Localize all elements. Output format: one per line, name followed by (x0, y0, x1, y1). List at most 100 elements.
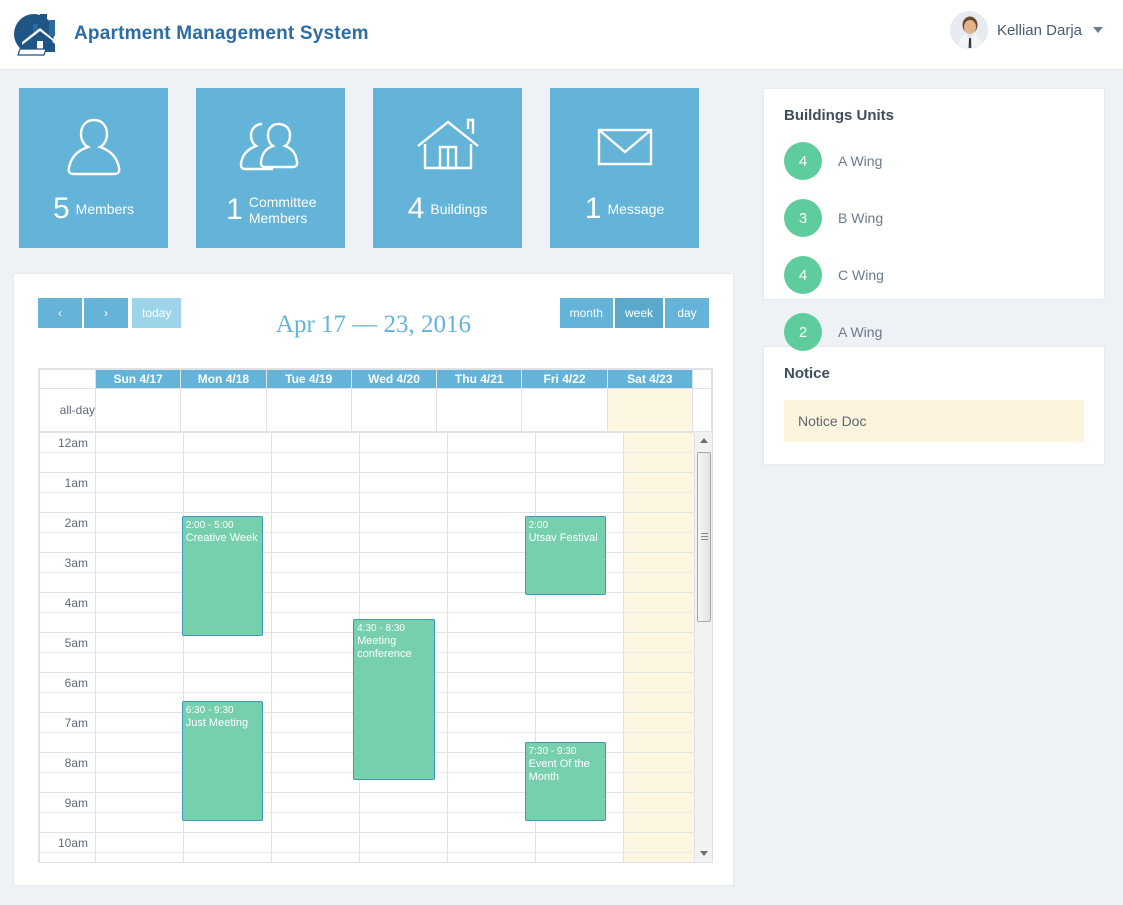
slot-cell[interactable] (95, 512, 184, 533)
slot-cell[interactable] (447, 652, 536, 673)
tab-week-view[interactable]: week (614, 298, 663, 328)
slot-cell[interactable] (95, 692, 184, 713)
slot-cell[interactable] (359, 572, 448, 593)
slot-cell[interactable] (535, 852, 624, 862)
stat-card-committee-members[interactable]: 1 Committee Members (196, 88, 345, 248)
brand[interactable]: Apartment Management System (10, 8, 369, 60)
slot-cell[interactable] (95, 812, 184, 833)
all-day-cell[interactable] (265, 388, 352, 432)
slot-cell[interactable] (447, 632, 536, 653)
slot-cell[interactable] (447, 772, 536, 793)
calendar-event[interactable]: 2:00 Utsav Festival (524, 516, 607, 595)
slot-cell[interactable] (359, 452, 448, 473)
day-header-fri[interactable]: Fri 4/22 (521, 369, 608, 389)
prev-week-button[interactable]: ‹ (38, 298, 82, 328)
slot-cell[interactable] (271, 732, 360, 753)
slot-cell[interactable] (271, 492, 360, 513)
slot-cell[interactable] (359, 432, 448, 453)
slot-cell[interactable] (271, 772, 360, 793)
calendar-event[interactable]: 2:00 - 5:00 Creative Week (181, 516, 264, 636)
slot-cell[interactable] (95, 452, 184, 473)
calendar-event[interactable]: 6:30 - 9:30 Just Meeting (181, 700, 264, 821)
list-item[interactable]: 4 A Wing (784, 142, 1084, 180)
slot-cell[interactable] (95, 552, 184, 573)
slot-cell[interactable] (271, 432, 360, 453)
slot-cell[interactable] (447, 552, 536, 573)
all-day-cell[interactable] (436, 388, 523, 432)
slot-cell[interactable] (95, 472, 184, 493)
slot-cell[interactable] (183, 472, 272, 493)
slot-cell[interactable] (359, 592, 448, 613)
day-header-mon[interactable]: Mon 4/18 (180, 369, 267, 389)
list-item[interactable]: 3 B Wing (784, 199, 1084, 237)
stat-card-message[interactable]: 1 Message (550, 88, 699, 248)
slot-cell[interactable] (447, 792, 536, 813)
slot-cell[interactable] (95, 592, 184, 613)
slot-cell[interactable] (95, 532, 184, 553)
slot-cell[interactable] (271, 712, 360, 733)
next-week-button[interactable]: › (84, 298, 128, 328)
today-button[interactable]: today (132, 298, 182, 328)
calendar-event[interactable]: 7:30 - 9:30 Event Of the Month (524, 741, 607, 821)
slot-cell[interactable] (535, 612, 624, 633)
all-day-cell[interactable] (180, 388, 267, 432)
slot-cell[interactable] (535, 492, 624, 513)
scroll-up-arrow-icon[interactable] (695, 432, 712, 449)
slot-cell[interactable] (271, 632, 360, 653)
all-day-cell[interactable] (94, 388, 182, 432)
stat-card-buildings[interactable]: 4 Buildings (373, 88, 522, 248)
slot-cell[interactable] (271, 612, 360, 633)
slot-cell[interactable] (535, 672, 624, 693)
slot-cell[interactable] (95, 612, 184, 633)
slot-cell[interactable] (271, 572, 360, 593)
slot-cell[interactable] (535, 692, 624, 713)
slot-cell[interactable] (271, 812, 360, 833)
slot-cell[interactable] (95, 712, 184, 733)
slot-cell[interactable] (359, 832, 448, 853)
slot-cell[interactable] (447, 572, 536, 593)
slot-cell[interactable] (359, 792, 448, 813)
slot-cell[interactable] (271, 792, 360, 813)
all-day-cell[interactable] (521, 388, 608, 432)
slot-cell[interactable] (447, 472, 536, 493)
slot-cell[interactable] (95, 632, 184, 653)
stat-card-members[interactable]: 5 Members (19, 88, 168, 248)
slot-cell[interactable] (183, 852, 272, 862)
slot-cell[interactable] (447, 492, 536, 513)
slot-cell[interactable] (271, 692, 360, 713)
slot-cell[interactable] (359, 472, 448, 493)
slot-cell[interactable] (447, 712, 536, 733)
slot-cell[interactable] (359, 812, 448, 833)
day-header-wed[interactable]: Wed 4/20 (350, 369, 438, 389)
slot-cell[interactable] (359, 852, 448, 862)
tab-month-view[interactable]: month (559, 298, 613, 328)
slot-cell[interactable] (95, 652, 184, 673)
slot-cell[interactable] (535, 632, 624, 653)
slot-cell[interactable] (535, 452, 624, 473)
slot-cell[interactable] (95, 732, 184, 753)
day-header-sat[interactable]: Sat 4/23 (606, 369, 694, 389)
slot-cell[interactable] (183, 432, 272, 453)
scroll-down-arrow-icon[interactable] (695, 845, 712, 862)
user-menu[interactable]: Kellian Darja (949, 11, 1103, 49)
slot-cell[interactable] (95, 852, 184, 862)
all-day-cell-today[interactable] (606, 388, 694, 432)
slot-cell[interactable] (95, 832, 184, 853)
slot-cell[interactable] (447, 672, 536, 693)
slot-cell[interactable] (447, 752, 536, 773)
slot-cell[interactable] (447, 852, 536, 862)
slot-cell[interactable] (271, 532, 360, 553)
slot-cell[interactable] (359, 532, 448, 553)
slot-cell[interactable] (535, 652, 624, 673)
slot-cell[interactable] (183, 832, 272, 853)
tab-day-view[interactable]: day (665, 298, 709, 328)
slot-cell[interactable] (183, 672, 272, 693)
slot-cell[interactable] (95, 672, 184, 693)
slot-cell[interactable] (271, 852, 360, 862)
slot-cell[interactable] (535, 712, 624, 733)
slot-cell[interactable] (447, 612, 536, 633)
slot-cell[interactable] (271, 552, 360, 573)
slot-cell[interactable] (271, 652, 360, 673)
slot-cell[interactable] (271, 592, 360, 613)
scrollbar-thumb[interactable] (697, 452, 711, 622)
